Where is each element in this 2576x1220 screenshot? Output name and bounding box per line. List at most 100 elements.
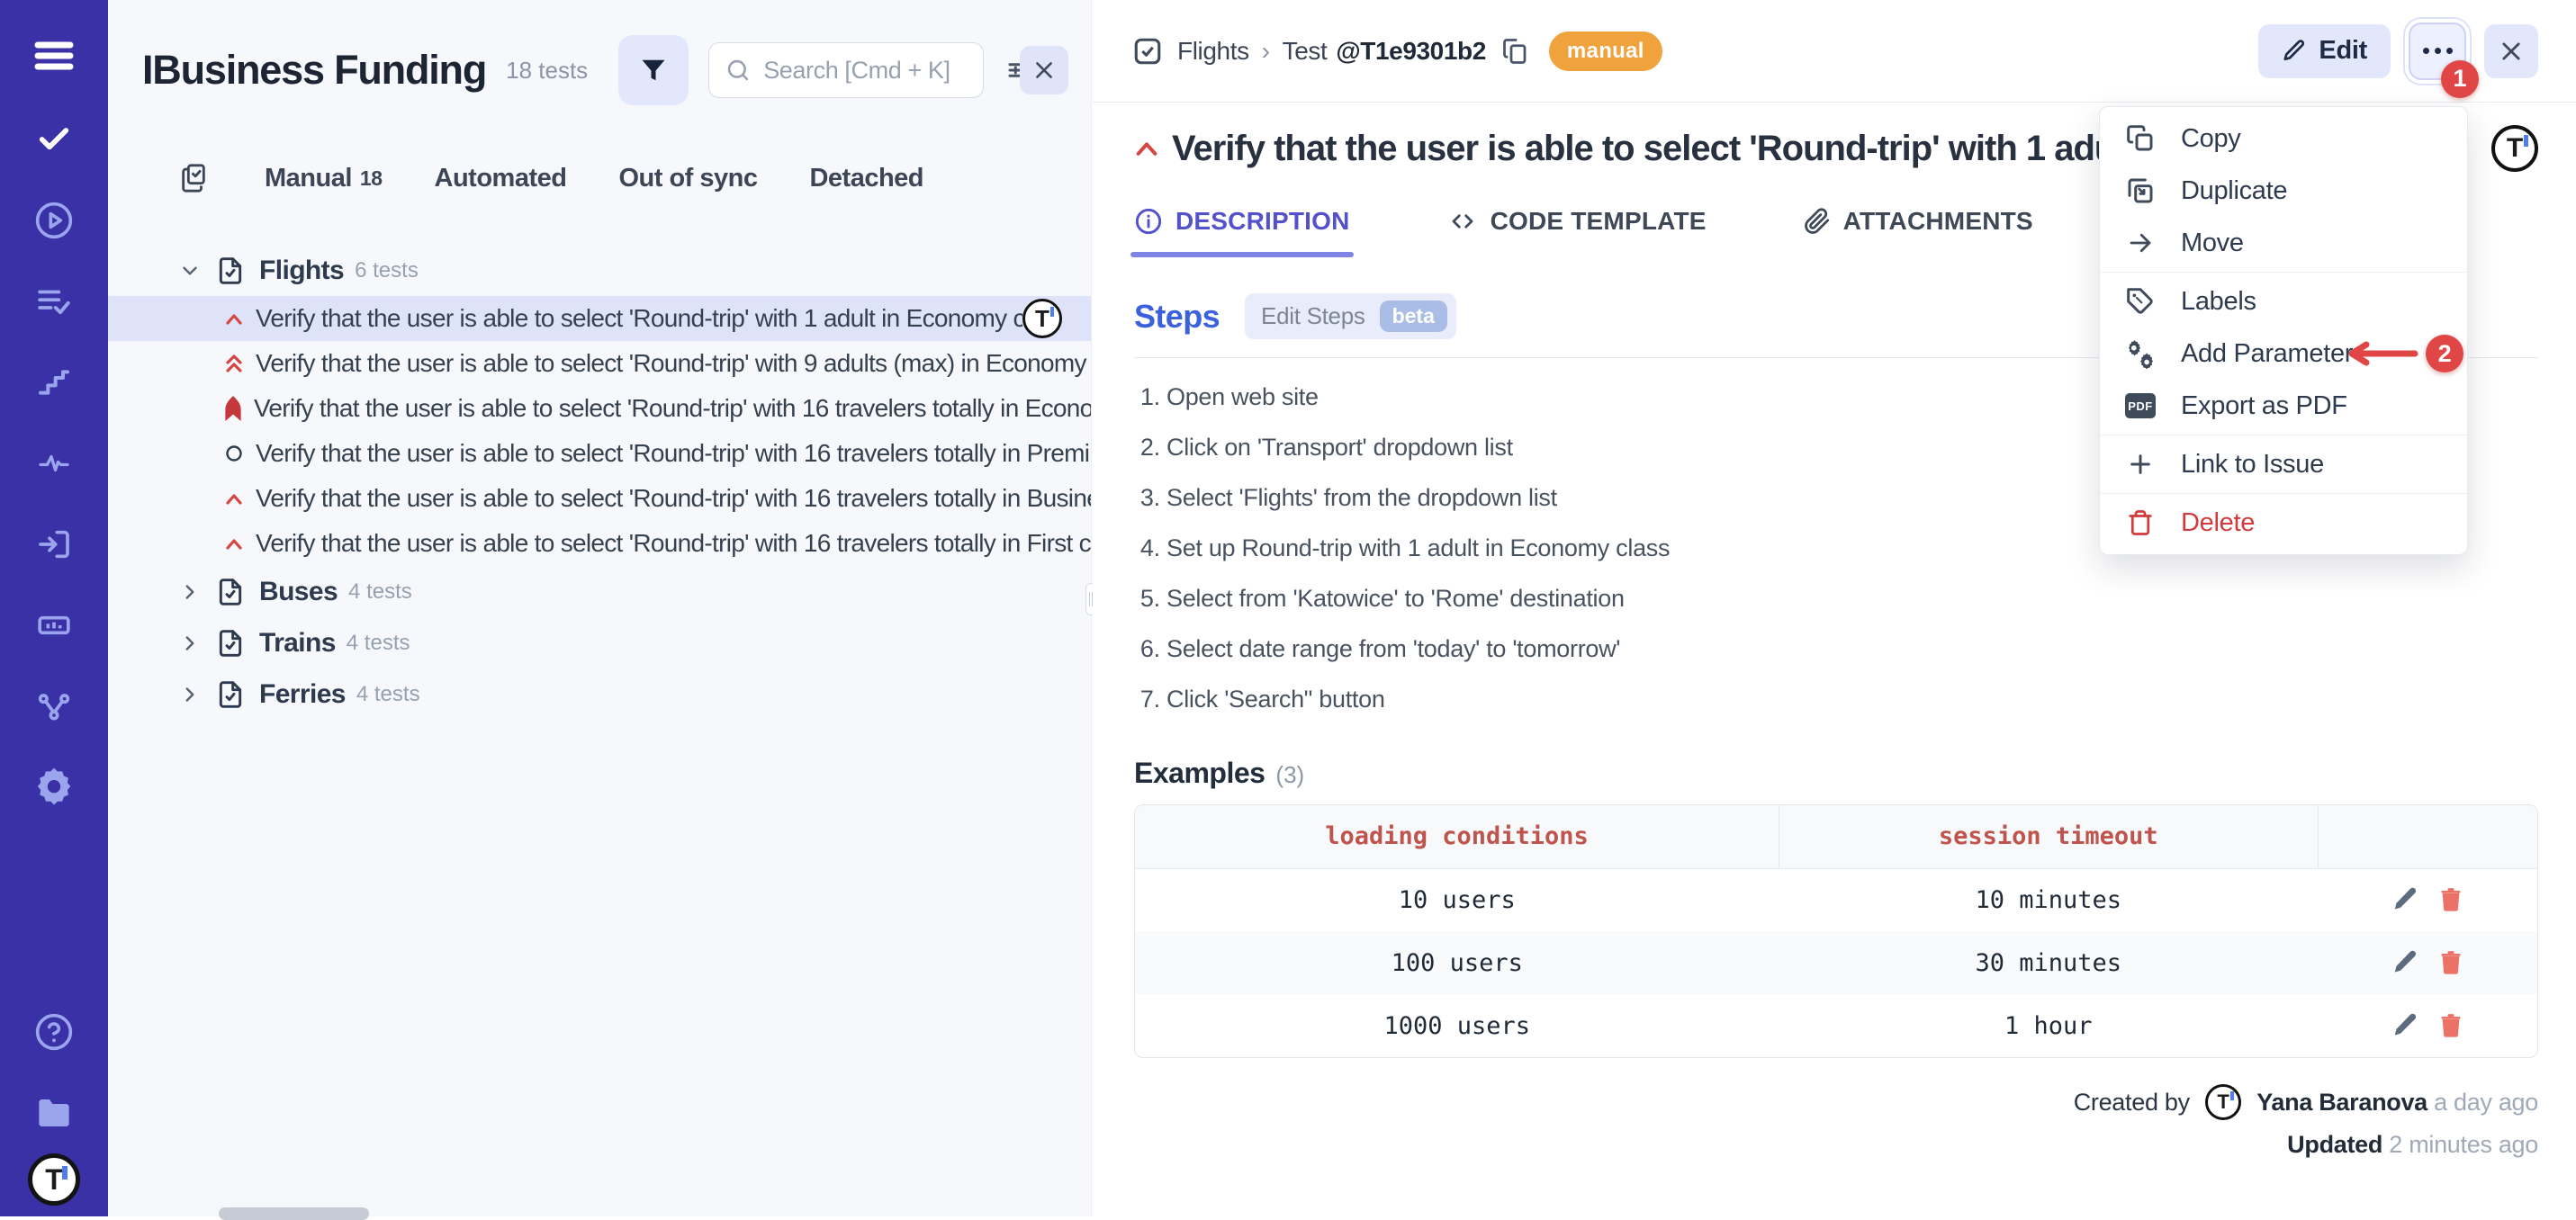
suite-row-ferries[interactable]: Ferries 4 tests [108, 668, 1091, 720]
more-actions-menu: CopyDuplicateMoveLabelsAdd Parameter2PDF… [2099, 106, 2468, 555]
examples-count: (3) [1275, 761, 1304, 789]
tests-check-icon[interactable] [0, 99, 108, 180]
menu-item-move[interactable]: Move [2100, 217, 2467, 269]
test-row-title: Verify that the user is able to select '… [254, 394, 1091, 423]
projects-folder-icon[interactable] [0, 1072, 108, 1153]
tests-filter-tab-automated[interactable]: Automated [435, 164, 567, 193]
tests-tree: Flights6 tests Verify that the user is ab… [108, 245, 1091, 720]
suite-file-icon [216, 629, 245, 658]
close-detail-button[interactable] [2484, 24, 2538, 78]
examples-cell: 1 hour [1779, 994, 2319, 1057]
tab-label: ATTACHMENTS [1843, 207, 2033, 236]
menu-item-add-parameter[interactable]: Add Parameter2 [2100, 327, 2467, 380]
search-placeholder: Search [Cmd + K] [763, 57, 950, 85]
edit-steps-button[interactable]: Edit Steps beta [1245, 293, 1456, 339]
menu-icon[interactable] [0, 13, 108, 99]
breadcrumb-group[interactable]: Flights [1177, 37, 1249, 66]
edit-example-button[interactable] [2391, 886, 2418, 913]
edit-button[interactable]: Edit [2258, 24, 2391, 78]
chevron-right-icon[interactable] [178, 683, 202, 706]
suite-count: 4 tests [356, 682, 420, 707]
checklist-icon[interactable] [178, 163, 209, 193]
tests-filter-tab-out-of-sync[interactable]: Out of sync [618, 164, 757, 193]
help-icon[interactable] [0, 991, 108, 1072]
pulse-icon[interactable] [0, 423, 108, 504]
delete-example-button[interactable] [2438, 885, 2463, 914]
sign-in-icon[interactable] [0, 504, 108, 585]
test-row[interactable]: Verify that the user is able to select '… [108, 386, 1091, 431]
report-icon[interactable] [0, 585, 108, 666]
copy-id-icon[interactable] [1502, 36, 1529, 67]
gear-icon[interactable] [0, 747, 108, 828]
code-icon [1447, 208, 1478, 235]
updated-row: Updated 2 minutes ago [1134, 1124, 2538, 1165]
tab-label: DESCRIPTION [1175, 207, 1350, 236]
menu-item-export-as-pdf[interactable]: PDFExport as PDF [2100, 380, 2467, 432]
test-id: @T1e9301b2 [1336, 37, 1486, 66]
tag-icon [2125, 287, 2156, 316]
suite-row-trains[interactable]: Trains4 tests [108, 617, 1091, 668]
chevron-down-icon[interactable] [178, 259, 202, 283]
runs-list-icon[interactable] [0, 261, 108, 342]
suite-label: Ferries [259, 679, 346, 710]
detail-actions: Edit 1 [2258, 22, 2538, 80]
breadcrumb-entity: Test [1283, 37, 1328, 66]
examples-row: 1000 users1 hour [1135, 994, 2537, 1057]
tests-panel: IBusiness Funding 18 tests Search [Cmd +… [108, 0, 1092, 1216]
test-row[interactable]: Verify that the user is able to select '… [108, 521, 1091, 566]
examples-cell: 10 minutes [1779, 868, 2319, 931]
examples-cell: 1000 users [1135, 994, 1779, 1057]
menu-item-label: Add Parameter [2181, 339, 2353, 369]
edit-steps-label: Edit Steps [1261, 302, 1365, 330]
test-row[interactable]: Verify that the user is able to select '… [108, 431, 1091, 476]
examples-column-header: session timeout [1779, 805, 2319, 868]
chevron-right-icon[interactable] [178, 580, 202, 604]
horizontal-scrollbar[interactable] [219, 1207, 369, 1220]
testomat-logo[interactable]: T [28, 1153, 80, 1206]
tests-panel-header: IBusiness Funding 18 tests Search [Cmd +… [142, 27, 1091, 113]
play-circle-icon[interactable] [0, 180, 108, 261]
edit-example-button[interactable] [2391, 1012, 2418, 1039]
chevron-right-icon[interactable] [178, 632, 202, 655]
examples-cell: 10 users [1135, 868, 1779, 931]
test-row[interactable]: Verify that the user is able to select '… [108, 341, 1091, 386]
created-by: Yana Baranova [2256, 1089, 2427, 1116]
test-row-title: Verify that the user is able to select '… [256, 529, 1091, 558]
tab-label: Detached [809, 164, 923, 193]
search-input[interactable]: Search [Cmd + K] [708, 42, 984, 98]
menu-item-link-to-issue[interactable]: Link to Issue [2100, 438, 2467, 490]
tests-filter-tab-detached[interactable]: Detached [809, 164, 923, 193]
search-icon [725, 58, 751, 83]
pdf-icon: PDF [2125, 393, 2156, 418]
steps-icon[interactable] [0, 342, 108, 423]
tab-description[interactable]: DESCRIPTION [1134, 207, 1350, 236]
filter-button[interactable] [618, 35, 689, 105]
tests-filter-tab-manual[interactable]: Manual18 [265, 164, 383, 193]
delete-example-button[interactable] [2438, 1011, 2463, 1040]
priority-higher-icon [223, 352, 245, 375]
test-row-title: Verify that the user is able to select '… [256, 439, 1091, 468]
project-title: IBusiness Funding [142, 47, 486, 94]
examples-cell: 100 users [1135, 931, 1779, 994]
test-row[interactable]: Verify that the user is able to select '… [108, 296, 1091, 341]
test-row-title: Verify that the user is able to select '… [256, 484, 1091, 513]
suite-file-icon [216, 578, 245, 606]
menu-item-delete[interactable]: Delete [2100, 497, 2467, 549]
tab-code-template[interactable]: CODE TEMPLATE [1447, 207, 1707, 236]
test-row-title: Verify that the user is able to select '… [256, 304, 1022, 333]
copy-icon [2125, 124, 2156, 153]
examples-row: 100 users30 minutes [1135, 931, 2537, 994]
menu-item-copy[interactable]: Copy [2100, 112, 2467, 165]
branches-icon[interactable] [0, 666, 108, 747]
tab-attachments[interactable]: ATTACHMENTS [1804, 207, 2033, 236]
tests-filter-tabs: Manual18 Automated Out of sync Detached [178, 151, 923, 205]
suite-row-buses[interactable]: Buses4 tests [108, 566, 1091, 617]
test-row[interactable]: Verify that the user is able to select '… [108, 476, 1091, 521]
suite-row-flights[interactable]: Flights6 tests [108, 245, 1091, 296]
edit-example-button[interactable] [2391, 949, 2418, 976]
menu-item-duplicate[interactable]: Duplicate [2100, 165, 2467, 217]
menu-item-labels[interactable]: Labels [2100, 275, 2467, 327]
collapse-panel-button[interactable] [1020, 46, 1068, 94]
delete-example-button[interactable] [2438, 948, 2463, 977]
assignee-avatar: T [1022, 299, 1062, 338]
